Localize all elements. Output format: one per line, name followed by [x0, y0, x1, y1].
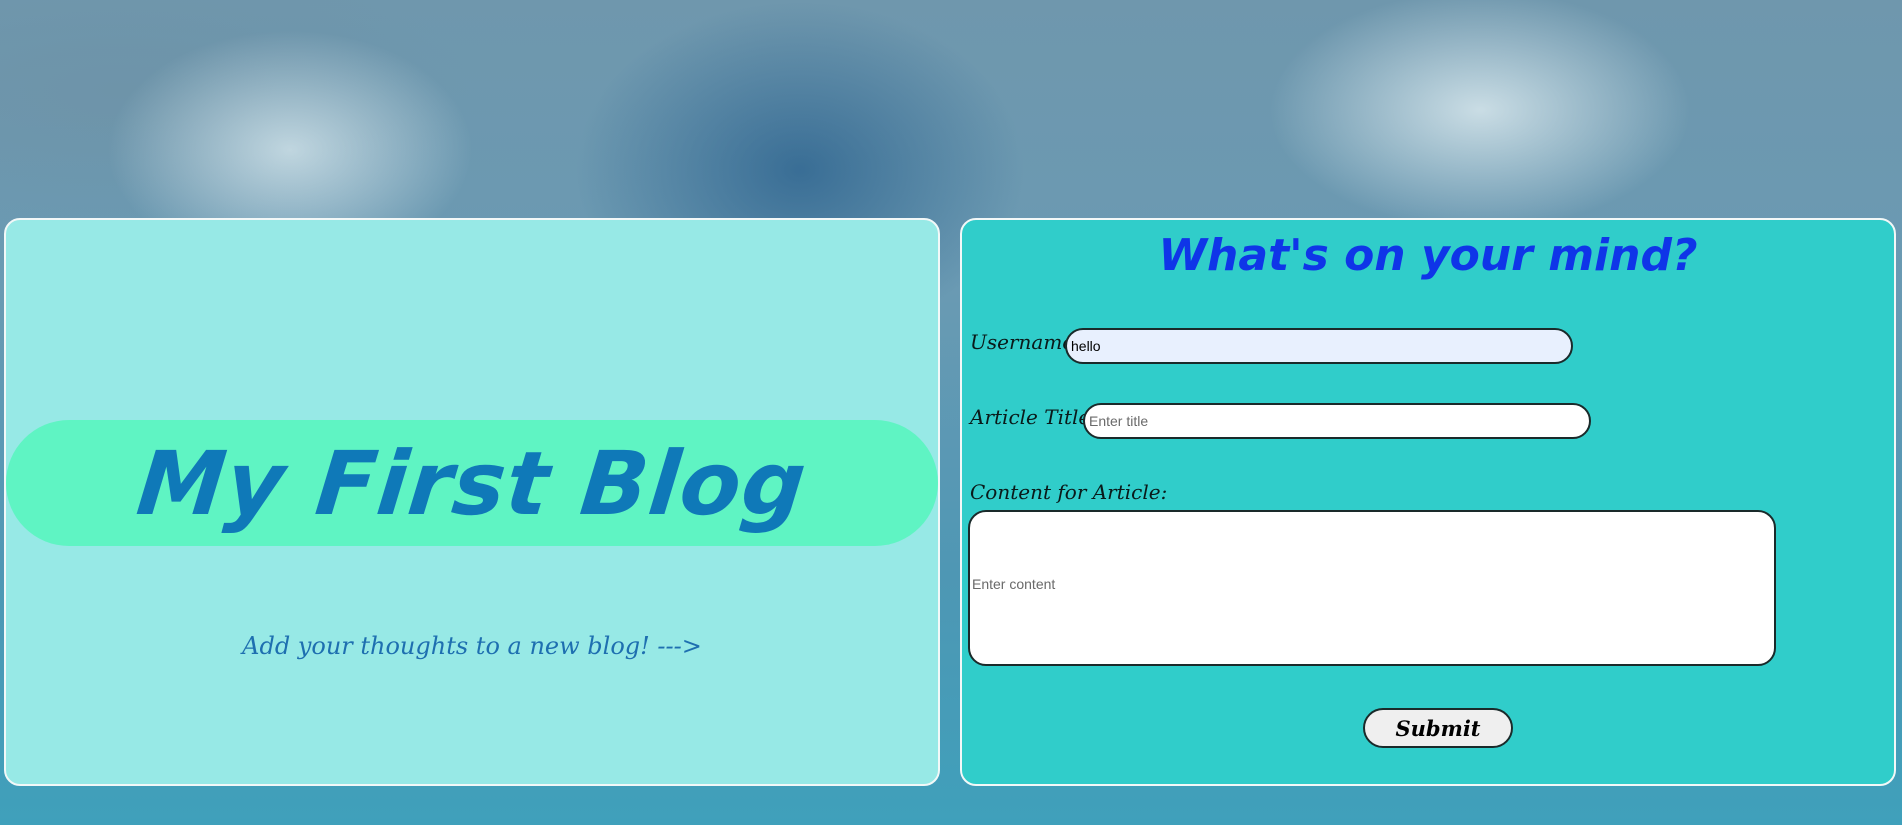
intro-panel: My First Blog Add your thoughts to a new…	[4, 218, 940, 786]
article-title-label: Article Title:	[970, 405, 1097, 429]
content-textarea[interactable]	[968, 510, 1776, 666]
tagline: Add your thoughts to a new blog! --->	[242, 632, 702, 660]
new-post-form: What's on your mind? Username: Article T…	[960, 218, 1896, 786]
article-title-input[interactable]	[1083, 403, 1591, 439]
username-label: Username:	[970, 330, 1081, 354]
username-input[interactable]	[1065, 328, 1573, 364]
blog-title: My First Blog	[132, 431, 812, 535]
submit-button[interactable]: Submit	[1363, 708, 1513, 748]
hero-banner: My First Blog	[6, 420, 938, 546]
form-heading: What's on your mind?	[1158, 230, 1698, 281]
content-label: Content for Article:	[970, 480, 1168, 504]
